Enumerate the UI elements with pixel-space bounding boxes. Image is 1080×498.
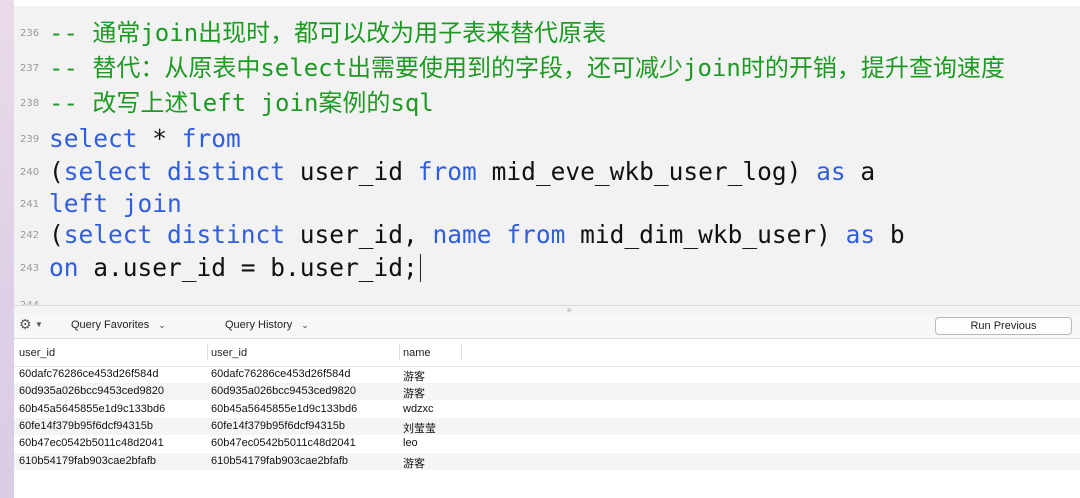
table-cell: leo — [403, 437, 418, 450]
query-history-menu[interactable]: Query History ⌄ — [225, 319, 309, 331]
line-number: 239 — [20, 134, 40, 145]
table-cell: 游客 — [403, 388, 425, 401]
query-history-label: Query History — [225, 319, 293, 331]
sql-keyword: from — [181, 124, 241, 153]
table-row[interactable]: 60d935a026bcc9453ced9820 60d935a026bcc945… — [14, 383, 1080, 401]
code-text: -- 改写上述left join案例的sql — [49, 88, 434, 118]
column-divider[interactable] — [399, 344, 400, 360]
table-cell: 游客 — [403, 457, 425, 470]
editor-top-margin — [14, 0, 1080, 6]
sql-keyword: left join — [49, 189, 182, 218]
table-cell: 60b47ec0542b5011c48d2041 — [211, 437, 356, 450]
sql-keyword: from — [417, 157, 477, 186]
sql-keyword: on — [49, 253, 79, 282]
line-number: 237 — [20, 63, 40, 74]
query-toolbar: ⚙ ▼ Query Favorites ⌄ Query History ⌄ Run … — [14, 314, 1080, 339]
table-cell: 60b45a5645855e1d9c133bd6 — [211, 402, 358, 415]
sql-text: ( — [49, 157, 64, 186]
window-left-edge — [0, 0, 14, 498]
column-header[interactable]: user_id — [19, 347, 55, 359]
gear-icon[interactable]: ⚙ — [19, 316, 32, 333]
code-text: -- 通常join出现时，都可以改为用子表来替代原表 — [49, 18, 606, 48]
table-cell: 60fe14f379b95f6dcf94315b — [211, 419, 345, 432]
sql-text: a.user_id = b.user_id; — [78, 253, 418, 282]
sql-text: b — [875, 220, 905, 249]
sql-text: a — [845, 157, 876, 186]
query-favorites-label: Query Favorites — [71, 319, 150, 331]
table-row[interactable]: 60fe14f379b95f6dcf94315b 60fe14f379b95f6d… — [14, 417, 1080, 435]
sql-editor[interactable]: 235236-- 通常join出现时，都可以改为用子表来替代原表237-- 替代… — [14, 0, 1080, 311]
table-row[interactable]: 60b47ec0542b5011c48d2041 60b47ec0542b5011… — [14, 435, 1080, 452]
code-text: on a.user_id = b.user_id; — [49, 253, 422, 283]
sql-keyword: select — [49, 124, 138, 153]
chevron-down-icon[interactable]: ▼ — [35, 320, 43, 329]
sql-text: mid_eve_wkb_user_log) — [476, 157, 817, 186]
table-row[interactable]: 610b54179fab903cae2bfafb 610b54179fab903c… — [14, 452, 1080, 470]
splitter-handle-icon[interactable] — [567, 308, 571, 312]
table-header: user_id user_id name — [14, 339, 1080, 367]
table-row[interactable]: 60b45a5645855e1d9c133bd6 60b45a5645855e1d… — [14, 401, 1080, 418]
code-text: left join — [49, 189, 182, 219]
sql-keyword: name — [432, 220, 492, 249]
table-cell: 刘莹莹 — [403, 422, 436, 435]
column-divider[interactable] — [461, 344, 462, 360]
table-row[interactable]: 60dafc76286ce453d26f584d 60dafc76286ce453… — [14, 366, 1080, 383]
sql-text: ( — [49, 220, 64, 249]
sql-comment: -- 替代：从原表中select出需要使用到的字段，还可减少join时的开销，提… — [49, 54, 1005, 82]
table-cell: wdzxc — [403, 402, 434, 415]
table-cell: 60b47ec0542b5011c48d2041 — [19, 437, 164, 450]
code-text: (select distinct user_id from mid_eve_wk… — [49, 157, 875, 187]
run-previous-button[interactable]: Run Previous — [935, 317, 1072, 335]
sql-text: user_id — [285, 157, 418, 186]
sql-keyword: as — [845, 220, 876, 249]
query-favorites-menu[interactable]: Query Favorites ⌄ — [71, 319, 166, 331]
line-number: 241 — [20, 199, 40, 210]
sql-keyword: select distinct — [63, 220, 286, 249]
sql-text: user_id, — [285, 220, 433, 249]
line-number: 240 — [20, 167, 40, 178]
column-header[interactable]: name — [403, 347, 431, 359]
table-cell: 游客 — [403, 371, 425, 383]
chevron-down-icon: ⌄ — [301, 320, 309, 330]
chevron-down-icon: ⌄ — [158, 320, 166, 330]
table-cell: 60b45a5645855e1d9c133bd6 — [19, 402, 166, 415]
column-divider[interactable] — [207, 344, 208, 360]
table-cell: 610b54179fab903cae2bfafb — [19, 454, 157, 467]
results-table: user_id user_id name 60dafc76286ce453d26… — [14, 339, 1080, 498]
sql-comment: -- 改写上述left join案例的sql — [49, 89, 434, 117]
table-cell: 60dafc76286ce453d26f584d — [19, 368, 159, 380]
table-cell: 610b54179fab903cae2bfafb — [211, 454, 349, 467]
code-text: (select distinct user_id, name from mid_… — [49, 220, 905, 250]
sql-keyword: select distinct — [63, 157, 286, 186]
code-text: -- 替代：从原表中select出需要使用到的字段，还可减少join时的开销，提… — [49, 53, 1005, 83]
line-number: 242 — [20, 230, 40, 241]
table-cell: 60dafc76286ce453d26f584d — [211, 368, 351, 380]
sql-keyword: as — [816, 157, 846, 186]
sql-keyword: from — [506, 220, 566, 249]
table-cell: 60d935a026bcc9453ced9820 — [211, 385, 356, 398]
line-number: 236 — [20, 28, 40, 39]
code-text: select * from — [49, 124, 241, 154]
table-cell: 60d935a026bcc9453ced9820 — [19, 385, 164, 398]
line-number: 238 — [20, 98, 40, 109]
sql-text: mid_dim_wkb_user) — [565, 220, 846, 249]
column-header[interactable]: user_id — [211, 347, 247, 359]
table-cell: 60fe14f379b95f6dcf94315b — [19, 419, 153, 432]
line-number: 243 — [20, 263, 40, 274]
sql-comment: -- 通常join出现时，都可以改为用子表来替代原表 — [49, 19, 607, 47]
text-cursor — [419, 254, 422, 282]
sql-text: * — [137, 124, 182, 153]
